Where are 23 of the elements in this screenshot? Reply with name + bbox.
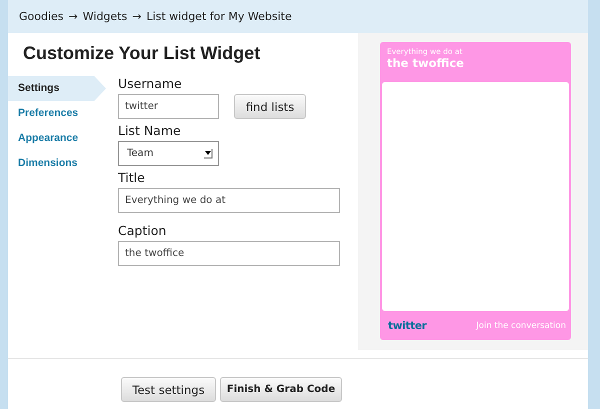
breadcrumb-item: List widget for My Website: [146, 10, 292, 23]
sidebar-tab[interactable]: Preferences: [8, 101, 118, 126]
username-field[interactable]: twitter: [118, 94, 219, 119]
field-label: Username: [118, 76, 183, 91]
field-label: Title: [118, 170, 146, 185]
sidebar-tab[interactable]: Appearance: [8, 126, 118, 151]
sidebar-tab[interactable]: Settings: [8, 76, 106, 101]
page-heading: Customize Your List Widget: [22, 42, 262, 65]
breadcrumb-separator: →: [68, 10, 78, 23]
text-field[interactable]: the twoffice: [118, 241, 340, 266]
field-label: List Name: [118, 123, 182, 138]
sidebar-tab[interactable]: Dimensions: [8, 151, 118, 176]
caret-icon: [204, 148, 213, 158]
text-field[interactable]: Everything we do at: [118, 188, 340, 213]
breadcrumb-item[interactable]: Widgets: [82, 10, 128, 23]
finish-button[interactable]: Finish & Grab Code: [220, 377, 342, 402]
field-label: Caption: [118, 223, 168, 238]
breadcrumb-item[interactable]: Goodies: [19, 10, 64, 23]
find-lists-button[interactable]: find lists: [234, 94, 306, 119]
list-dropdown[interactable]: Team: [118, 141, 219, 166]
breadcrumb-separator: →: [132, 10, 142, 23]
test-settings-button[interactable]: Test settings: [121, 377, 216, 402]
widget-caption: the twoffice: [387, 56, 465, 70]
